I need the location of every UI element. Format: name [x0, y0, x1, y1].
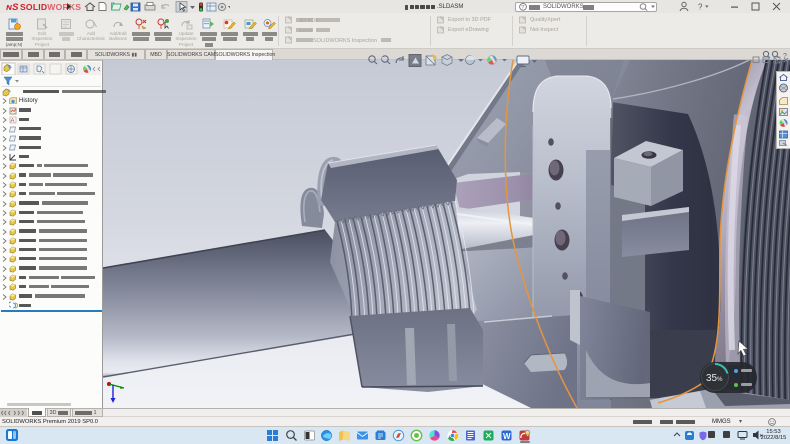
svg-text:?: ?	[521, 5, 524, 11]
svg-text:SOLIDWORKS: SOLIDWORKS	[20, 2, 81, 12]
svg-text:W: W	[503, 432, 511, 441]
svg-text:A: A	[11, 118, 15, 124]
svg-text:?: ?	[698, 3, 703, 12]
svg-text:ɴS: ɴS	[6, 2, 19, 13]
